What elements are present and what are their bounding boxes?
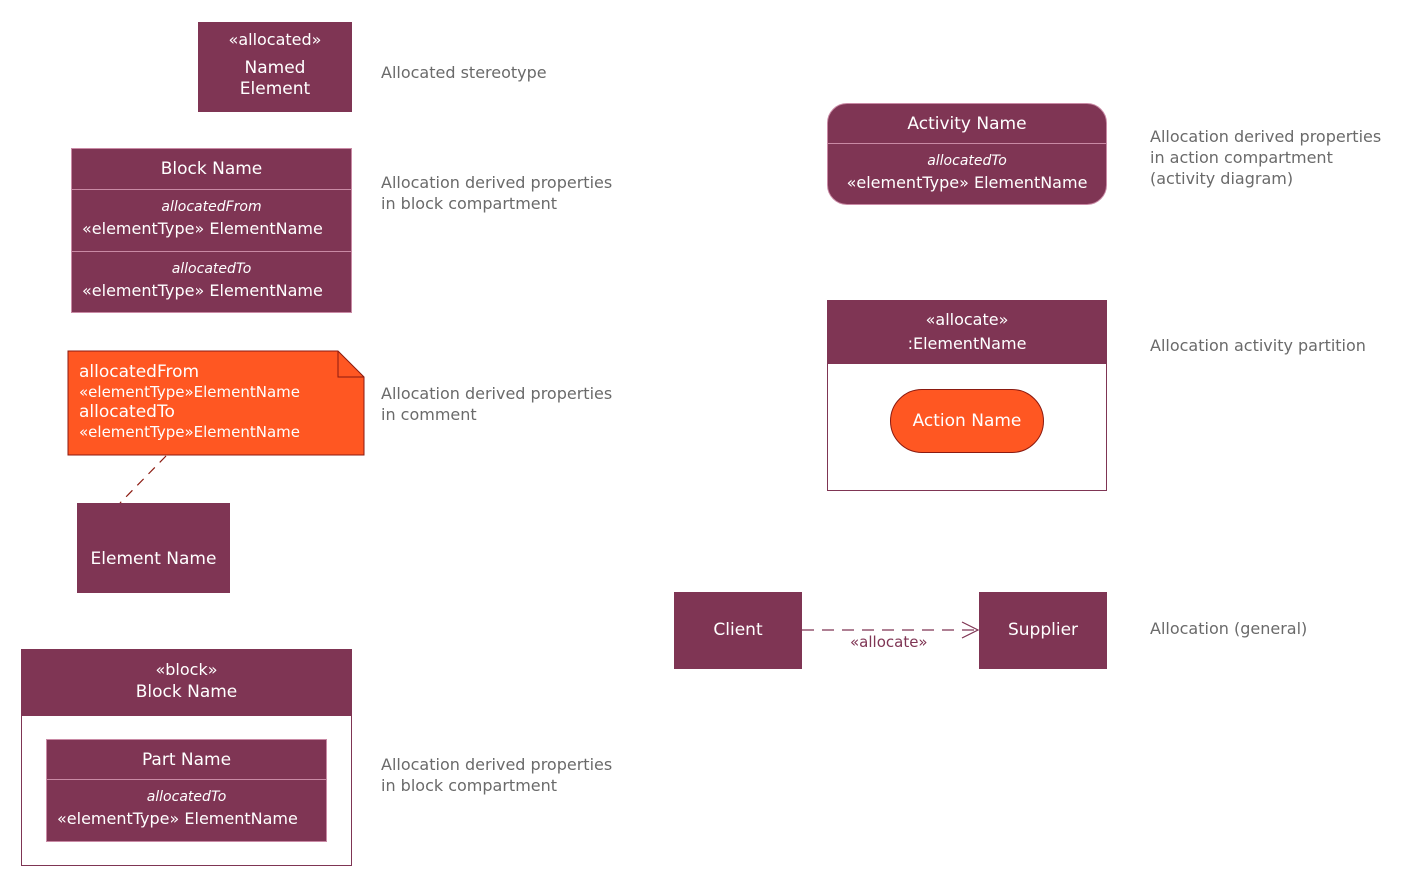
activity-allocated-to-label: allocatedTo: [927, 153, 1007, 169]
activity-allocated-to-compartment: allocatedTo «elementType» ElementName: [828, 143, 1106, 192]
description-block-part: Allocation derived properties in block c…: [381, 755, 613, 795]
comment-anchor-line: [119, 455, 167, 504]
activity-allocated-to-value: «elementType» ElementName: [846, 173, 1088, 192]
part-allocated-to-value: «elementType» ElementName: [57, 809, 298, 828]
part-title: Part Name: [141, 750, 232, 770]
part-allocated-to-compartment: allocatedTo «elementType» ElementName: [47, 779, 326, 828]
block-title: Block Name: [135, 682, 238, 702]
comment-allocated-from: allocatedFrom: [79, 362, 200, 382]
description-partition: Allocation activity partition: [1150, 336, 1366, 355]
supplier-shape[interactable]: Supplier: [979, 592, 1107, 669]
block-with-part-shape[interactable]: «block» Block Name Part Name allocatedTo…: [21, 649, 352, 866]
element-name-label: Element Name: [90, 549, 217, 569]
comment-allocated-to: allocatedTo: [79, 402, 175, 422]
client-label: Client: [713, 620, 763, 640]
element-name-shape[interactable]: Element Name: [77, 503, 230, 593]
part-shape[interactable]: Part Name allocatedTo «elementType» Elem…: [46, 739, 327, 842]
action-name: Action Name: [912, 411, 1022, 431]
comment-to-value: «elementType»ElementName: [79, 423, 301, 441]
description-general: Allocation (general): [1150, 619, 1308, 638]
description-comment: Allocation derived properties in comment: [381, 384, 613, 424]
block-header: «block» Block Name: [22, 650, 351, 716]
activity-shape[interactable]: Activity Name allocatedTo «elementType» …: [827, 103, 1107, 205]
client-shape[interactable]: Client: [674, 592, 802, 669]
part-allocated-to-label: allocatedTo: [146, 789, 227, 805]
action-shape[interactable]: Action Name: [890, 389, 1044, 453]
description-activity: Allocation derived properties in action …: [1150, 127, 1382, 188]
partition-header: «allocate» :ElementName: [828, 301, 1106, 364]
partition-name: :ElementName: [907, 334, 1027, 353]
comment-text: allocatedFrom «elementType»ElementName a…: [79, 362, 300, 442]
block-stereotype: «block»: [155, 660, 218, 679]
partition-stereotype: «allocate»: [925, 310, 1009, 329]
comment-from-value: «elementType»ElementName: [79, 383, 301, 401]
activity-title: Activity Name: [907, 114, 1027, 134]
supplier-label: Supplier: [1007, 620, 1079, 640]
allocate-relation-label: «allocate»: [850, 633, 928, 651]
activity-partition-shape[interactable]: «allocate» :ElementName Action Name: [827, 300, 1107, 491]
